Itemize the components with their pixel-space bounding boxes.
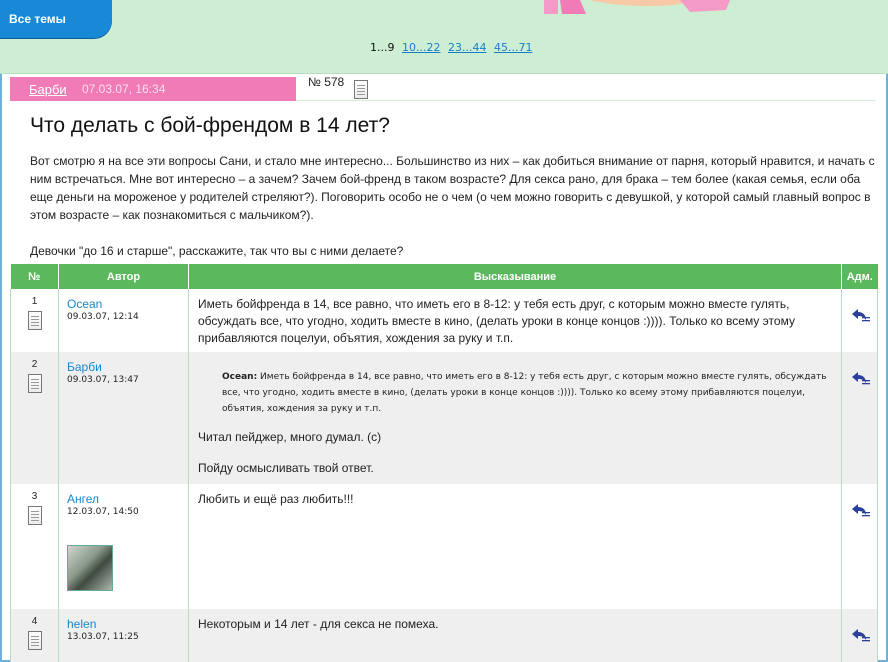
comment-date: 13.03.07, 11:25 bbox=[67, 632, 139, 642]
comment-admin-cell bbox=[841, 352, 878, 484]
comment-admin-cell bbox=[841, 609, 878, 662]
quote-text: Иметь бойфренда в 14, все равно, что име… bbox=[222, 372, 827, 414]
post-paragraph: Девочки "до 16 и старше", расскажите, та… bbox=[30, 244, 404, 258]
comment-author-link[interactable]: helen bbox=[67, 617, 96, 631]
column-header-author: Автор bbox=[58, 264, 189, 289]
pagination-link-4[interactable]: 45...71 bbox=[494, 41, 532, 54]
comment-number: 3 bbox=[10, 484, 59, 609]
table-row: 4 helen 13.03.07, 11:25 Некоторым и 14 л… bbox=[10, 609, 878, 662]
avatar[interactable] bbox=[67, 545, 113, 591]
document-icon[interactable] bbox=[27, 506, 42, 525]
comment-number: 1 bbox=[10, 289, 59, 352]
comment-number-value: 1 bbox=[31, 296, 38, 307]
post-author-link[interactable]: Барби bbox=[29, 82, 67, 97]
comment-number: 4 bbox=[10, 609, 59, 662]
comment-author-cell: Барби 09.03.07, 13:47 bbox=[58, 352, 189, 484]
table-row: 1 Ocean 09.03.07, 12:14 Иметь бойфренда … bbox=[10, 289, 878, 352]
comment-message: Любить и ещё раз любить!!! bbox=[188, 484, 842, 609]
table-row: 2 Барби 09.03.07, 13:47 Ocean: Иметь бой… bbox=[10, 352, 878, 484]
comment-author-link[interactable]: Барби bbox=[67, 360, 102, 374]
document-icon[interactable] bbox=[27, 374, 42, 393]
reply-icon[interactable] bbox=[849, 370, 871, 386]
divider bbox=[296, 100, 876, 101]
comment-message: Иметь бойфренда в 14, все равно, что име… bbox=[188, 289, 842, 352]
document-icon[interactable] bbox=[354, 80, 368, 99]
comment-author-cell: Ocean 09.03.07, 12:14 bbox=[58, 289, 189, 352]
comment-number-value: 2 bbox=[31, 359, 38, 370]
comment-date: 09.03.07, 12:14 bbox=[67, 312, 139, 322]
comment-author-cell: helen 13.03.07, 11:25 bbox=[58, 609, 189, 662]
comment-date: 09.03.07, 13:47 bbox=[67, 375, 139, 385]
comment-number-value: 4 bbox=[31, 616, 38, 627]
comment-text: Иметь бойфренда в 14, все равно, что име… bbox=[198, 297, 795, 345]
pagination: 1...9 10...22 23...44 45...71 bbox=[370, 41, 532, 54]
comment-text: Некоторым и 14 лет - для секса не помеха… bbox=[198, 617, 439, 631]
header-illustration bbox=[544, 0, 730, 14]
column-header-num: № bbox=[10, 264, 59, 289]
comment-admin-cell bbox=[841, 484, 878, 609]
reply-icon[interactable] bbox=[849, 307, 871, 323]
post-author-bar: Барби 07.03.07, 16:34 bbox=[10, 77, 296, 101]
comment-author-link[interactable]: Ocean bbox=[67, 297, 102, 311]
comment-text: Читал пейджер, много думал. (с) bbox=[198, 430, 382, 444]
quote-author: Ocean: bbox=[222, 372, 258, 382]
post-body: Вот смотрю я на все эти вопросы Сани, и … bbox=[30, 152, 882, 260]
reply-icon[interactable] bbox=[849, 627, 871, 643]
comment-number-value: 3 bbox=[31, 491, 38, 502]
comment-quote: Ocean: Иметь бойфренда в 14, все равно, … bbox=[222, 369, 833, 417]
post-date: 07.03.07, 16:34 bbox=[82, 82, 166, 96]
table-row: 3 Ангел 12.03.07, 14:50 Любить и ещё раз… bbox=[10, 484, 878, 609]
document-icon[interactable] bbox=[27, 631, 42, 650]
post-paragraph: Вот смотрю я на все эти вопросы Сани, и … bbox=[30, 154, 875, 222]
reply-icon[interactable] bbox=[849, 502, 871, 518]
pagination-current: 1...9 bbox=[370, 41, 395, 54]
comment-message: Ocean: Иметь бойфренда в 14, все равно, … bbox=[188, 352, 842, 484]
comment-text: Пойду осмысливать твой ответ. bbox=[198, 461, 374, 475]
post-number: № 578 bbox=[308, 75, 368, 99]
comment-author-link[interactable]: Ангел bbox=[67, 492, 99, 506]
document-icon[interactable] bbox=[27, 311, 42, 330]
pagination-link-2[interactable]: 10...22 bbox=[402, 41, 440, 54]
comment-number: 2 bbox=[10, 352, 59, 484]
table-header-row: № Автор Высказывание Адм. bbox=[10, 264, 878, 289]
comment-admin-cell bbox=[841, 289, 878, 352]
post-title: Что делать с бой-френдом в 14 лет? bbox=[30, 114, 390, 137]
column-header-adm: Адм. bbox=[841, 264, 878, 289]
comment-author-cell: Ангел 12.03.07, 14:50 bbox=[58, 484, 189, 609]
column-header-message: Высказывание bbox=[188, 264, 842, 289]
post-number-label: № 578 bbox=[308, 75, 345, 89]
comment-message: Некоторым и 14 лет - для секса не помеха… bbox=[188, 609, 842, 662]
comments-table: № Автор Высказывание Адм. 1 Ocean 09.03.… bbox=[10, 264, 878, 662]
all-topics-tab[interactable]: Все темы bbox=[0, 0, 112, 38]
pagination-link-3[interactable]: 23...44 bbox=[448, 41, 486, 54]
header-band: Все темы 1...9 10...22 23...44 45...71 bbox=[0, 0, 888, 74]
comment-text: Любить и ещё раз любить!!! bbox=[198, 492, 354, 506]
comment-date: 12.03.07, 14:50 bbox=[67, 507, 139, 517]
